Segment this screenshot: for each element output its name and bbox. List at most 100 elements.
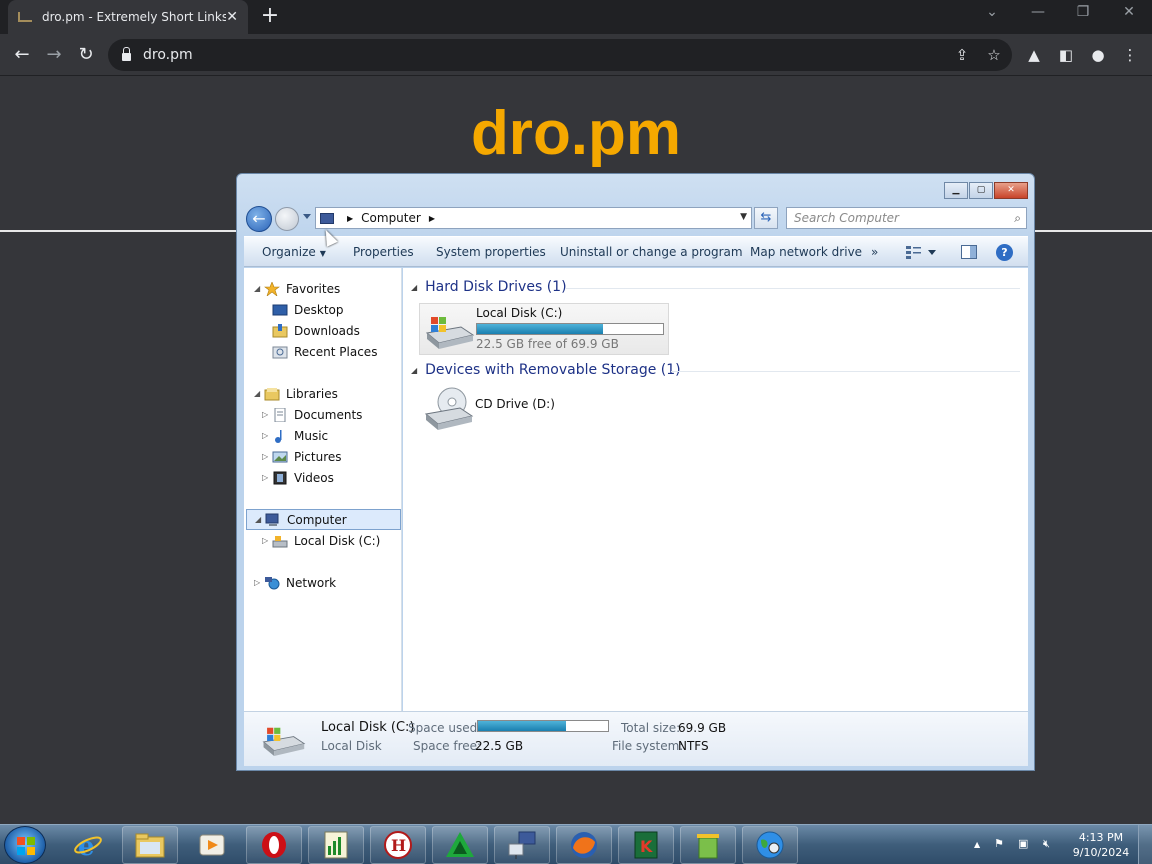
nav-desktop[interactable]: Desktop [272, 299, 344, 320]
explorer-address-bar[interactable]: ▶ Computer ▶ ▼ [315, 207, 752, 229]
minimize-icon[interactable]: — [1026, 4, 1050, 20]
extension-icon[interactable]: ▲ [1021, 42, 1047, 68]
recent-locations-dropdown[interactable] [303, 214, 311, 219]
explorer-search-input[interactable]: Search Computer ⌕ [786, 207, 1027, 229]
taskbar-h-app[interactable]: H [370, 826, 426, 864]
back-icon[interactable]: ← [9, 42, 35, 68]
pictures-icon [272, 451, 288, 462]
nav-music[interactable]: ▷ Music [262, 425, 328, 446]
refresh-button[interactable]: ⇆ [754, 207, 778, 229]
nav-libraries[interactable]: ◢ Libraries [254, 383, 338, 404]
command-bar: Organize ▼ Properties System properties U… [244, 236, 1028, 267]
start-button[interactable] [4, 826, 46, 864]
firefox-icon [571, 832, 597, 858]
expand-icon[interactable]: ▷ [262, 410, 272, 419]
taskbar-opera[interactable] [246, 826, 302, 864]
sidepanel-icon[interactable]: ◧ [1053, 42, 1079, 68]
nav-computer[interactable]: ◢ Computer [246, 509, 401, 530]
collapse-icon[interactable]: ◢ [255, 515, 265, 524]
nav-favorites[interactable]: ◢ Favorites [254, 278, 340, 299]
details-pane: Local Disk (C:) Local Disk Space used: S… [244, 711, 1028, 766]
nav-pictures[interactable]: ▷ Pictures [262, 446, 342, 467]
taskbar-chart-app[interactable] [308, 826, 364, 864]
expand-icon[interactable]: ▷ [254, 578, 264, 587]
system-clock[interactable]: 4:13 PM 9/10/2024 [1062, 830, 1140, 860]
more-commands-button[interactable]: » [871, 245, 878, 259]
share-icon[interactable]: ⇪ [949, 42, 975, 68]
explorer-maximize-button[interactable]: ▢ [969, 182, 993, 199]
close-window-icon[interactable]: ✕ [1117, 4, 1141, 20]
network-tray-icon[interactable]: ▣ [1018, 837, 1028, 850]
volume-muted-icon[interactable]: 🔇︎ [1043, 837, 1050, 851]
breadcrumb-arrow-icon[interactable]: ▶ [429, 214, 435, 223]
restore-icon[interactable]: ❐ [1071, 4, 1095, 20]
recent-places-icon [272, 346, 288, 358]
taskbar-kaspersky[interactable]: K [618, 826, 674, 864]
help-icon[interactable]: ? [996, 244, 1013, 261]
expand-icon[interactable]: ▷ [262, 431, 272, 440]
expand-icon[interactable]: ▷ [262, 473, 272, 482]
details-usage-bar [477, 720, 609, 732]
system-properties-button[interactable]: System properties [436, 245, 546, 259]
change-view-icon[interactable] [906, 245, 936, 259]
details-type: Local Disk [321, 739, 382, 753]
taskbar-globe-app[interactable] [742, 826, 798, 864]
nav-documents[interactable]: ▷ Documents [262, 404, 362, 425]
nav-videos[interactable]: ▷ Videos [262, 467, 334, 488]
forward-icon[interactable]: → [41, 42, 67, 68]
reload-icon[interactable]: ↻ [73, 42, 99, 68]
tab-close-icon[interactable]: ✕ [226, 9, 238, 25]
group-removable-storage[interactable]: ◢ Devices with Removable Storage (1) [411, 362, 681, 378]
menu-icon[interactable]: ⋮ [1117, 42, 1143, 68]
breadcrumb-computer[interactable]: Computer [361, 211, 421, 225]
group-hard-disk-drives[interactable]: ◢ Hard Disk Drives (1) [411, 279, 567, 295]
show-hidden-icons[interactable]: ▲ [974, 840, 980, 849]
expand-icon[interactable]: ▷ [262, 452, 272, 461]
preview-pane-icon[interactable] [961, 245, 979, 259]
nav-downloads[interactable]: Downloads [272, 320, 360, 341]
explorer-window: ▁ ▢ ✕ ← ▶ Computer ▶ ▼ ⇆ Search Computer… [236, 173, 1035, 771]
tab-search-icon[interactable]: ⌄ [980, 4, 1004, 20]
browser-tab[interactable]: dro.pm - Extremely Short Links ✕ [8, 0, 248, 34]
taskbar-network-app[interactable] [494, 826, 550, 864]
downloads-icon [272, 323, 288, 337]
collapse-icon[interactable]: ◢ [254, 389, 264, 398]
drive-local-disk-c[interactable]: Local Disk (C:) 22.5 GB free of 69.9 GB [419, 303, 669, 355]
cd-drive-icon [424, 387, 474, 430]
profile-icon[interactable]: ● [1085, 42, 1111, 68]
explorer-close-button[interactable]: ✕ [994, 182, 1028, 199]
explorer-back-button[interactable]: ← [246, 206, 272, 232]
explorer-minimize-button[interactable]: ▁ [944, 182, 968, 199]
url-text: dro.pm [143, 47, 193, 63]
taskbar-internet-explorer[interactable]: e [60, 826, 116, 864]
organize-button[interactable]: Organize ▼ [262, 245, 326, 259]
breadcrumb-arrow-icon[interactable]: ▶ [347, 214, 353, 223]
taskbar-bin-app[interactable] [680, 826, 736, 864]
window-caption-buttons: ▁ ▢ ✕ [943, 182, 1028, 199]
show-desktop-button[interactable] [1138, 825, 1152, 864]
properties-button[interactable]: Properties [353, 245, 414, 259]
map-network-drive-button[interactable]: Map network drive [750, 245, 862, 259]
explorer-forward-button[interactable] [275, 207, 299, 231]
drive-cd-d[interactable]: CD Drive (D:) [419, 386, 579, 436]
lock-icon[interactable] [122, 47, 131, 61]
address-dropdown-icon[interactable]: ▼ [740, 212, 747, 222]
taskbar-windows-explorer[interactable] [122, 826, 178, 864]
nav-recent-places[interactable]: Recent Places [272, 341, 377, 362]
uninstall-program-button[interactable]: Uninstall or change a program [560, 245, 743, 259]
details-name: Local Disk (C:) [321, 720, 415, 735]
collapse-icon[interactable]: ◢ [254, 284, 264, 293]
collapse-icon[interactable]: ◢ [411, 366, 417, 375]
address-bar[interactable]: dro.pm [108, 39, 1012, 71]
expand-icon[interactable]: ▷ [262, 536, 272, 545]
nav-local-disk[interactable]: ▷ Local Disk (C:) [262, 530, 380, 551]
nav-network[interactable]: ▷ Network [254, 572, 336, 593]
taskbar-firefox[interactable] [556, 826, 612, 864]
star-icon[interactable]: ☆ [981, 42, 1007, 68]
action-center-flag-icon[interactable]: ⚑ [994, 837, 1004, 850]
collapse-icon[interactable]: ◢ [411, 283, 417, 292]
taskbar-green-triangle-app[interactable] [432, 826, 488, 864]
new-tab-button[interactable]: + [258, 4, 282, 28]
search-icon[interactable]: ⌕ [1014, 208, 1021, 228]
taskbar-media-player[interactable] [184, 826, 240, 864]
